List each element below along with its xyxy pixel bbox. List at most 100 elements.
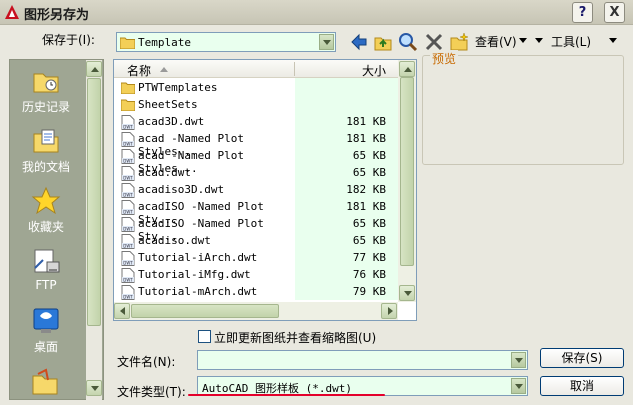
place-desktop[interactable]: 桌面: [7, 306, 85, 355]
save-in-combo[interactable]: Template: [116, 32, 336, 52]
list-header: [114, 60, 398, 78]
list-item[interactable]: DWT Tutorial-iArch.dwt: [121, 250, 296, 267]
history-folder-icon: [31, 66, 61, 96]
tools-chevron-icon[interactable]: [609, 38, 617, 43]
preview-panel: [422, 55, 624, 165]
dialog-title: 图形另存为: [24, 8, 90, 23]
folder-icon: [120, 81, 136, 96]
place-favorites[interactable]: 收藏夹: [7, 186, 85, 235]
file-size: 181 KB: [346, 115, 386, 128]
title-bar: [0, 0, 633, 25]
file-size: 65 KB: [352, 217, 386, 230]
filename-label: 文件名(N):: [117, 355, 176, 369]
list-item[interactable]: DWT acadISO -Named Plot Sty...: [121, 216, 296, 243]
delete-icon[interactable]: [424, 32, 444, 52]
svg-text:DWT: DWT: [123, 260, 133, 265]
chevron-down-icon[interactable]: [511, 352, 526, 368]
list-item[interactable]: DWT acadISO -Named Plot Sty...: [121, 199, 296, 226]
my-documents-icon: [31, 126, 61, 156]
place-more-icon[interactable]: [30, 368, 60, 396]
list-item[interactable]: DWT acadiso.dwt: [121, 233, 296, 250]
file-size: 79 KB: [352, 285, 386, 298]
ftp-icon: [31, 246, 61, 276]
list-item[interactable]: PTWTemplates: [120, 80, 296, 97]
svg-text:DWT: DWT: [123, 294, 133, 299]
sort-ascending-icon: [160, 67, 168, 72]
svg-text:DWT: DWT: [123, 175, 133, 180]
dwt-file-icon: DWT: [121, 200, 135, 215]
dwt-file-icon: DWT: [121, 234, 135, 249]
file-size: 65 KB: [352, 166, 386, 179]
save-in-label: 保存于(I):: [42, 33, 95, 47]
new-folder-icon[interactable]: [449, 32, 469, 52]
header-divider: [294, 62, 295, 76]
places-scroll-thumb[interactable]: [87, 78, 101, 326]
file-name: acad3D.dwt: [138, 115, 205, 128]
list-item[interactable]: DWT Tutorial-mArch.dwt: [121, 284, 296, 301]
file-size: 181 KB: [346, 132, 386, 145]
filetype-label: 文件类型(T):: [117, 385, 186, 399]
column-header-size[interactable]: 大小: [362, 62, 386, 79]
list-horizontal-thumb[interactable]: [131, 304, 279, 318]
red-underline-annotation: [188, 394, 385, 396]
file-size: [300, 98, 386, 115]
cancel-button[interactable]: 取消: [540, 376, 624, 396]
file-name: acad.dwt: [138, 166, 191, 179]
list-scroll-right-icon[interactable]: [381, 303, 397, 319]
places-scroll-down-icon[interactable]: [86, 380, 102, 396]
folder-icon: [120, 98, 136, 113]
save-in-value: Template: [138, 36, 191, 49]
place-label: 历史记录: [21, 100, 70, 114]
svg-text:DWT: DWT: [123, 277, 133, 282]
desktop-icon: [31, 306, 61, 336]
help-button[interactable]: ?: [572, 2, 593, 23]
file-size: 182 KB: [346, 183, 386, 196]
file-size: 181 KB: [346, 200, 386, 213]
close-button[interactable]: X: [604, 2, 625, 23]
dwt-file-icon: DWT: [121, 251, 135, 266]
dwt-file-icon: DWT: [121, 285, 135, 300]
up-folder-icon[interactable]: [373, 32, 393, 52]
save-button[interactable]: 保存(S): [540, 348, 624, 368]
list-scroll-up-icon[interactable]: [399, 61, 415, 77]
svg-text:DWT: DWT: [123, 226, 133, 231]
place-label: 收藏夹: [27, 220, 64, 234]
dwt-file-icon: DWT: [121, 166, 135, 181]
svg-text:DWT: DWT: [123, 243, 133, 248]
list-scroll-down-icon[interactable]: [399, 285, 415, 301]
place-my-documents[interactable]: 我的文档: [7, 126, 85, 175]
filename-input[interactable]: [197, 350, 528, 370]
list-item[interactable]: DWT acad3D.dwt: [121, 114, 296, 131]
chevron-down-icon[interactable]: [319, 34, 334, 50]
views-menu[interactable]: 查看(V): [475, 33, 517, 50]
column-header-name[interactable]: 名称: [127, 62, 151, 79]
tools-dropdown-icon[interactable]: [535, 38, 543, 43]
list-scroll-left-icon[interactable]: [114, 303, 130, 319]
file-name: SheetSets: [138, 98, 198, 111]
places-scroll-up-icon[interactable]: [86, 61, 102, 77]
search-icon[interactable]: [398, 32, 418, 52]
list-item[interactable]: DWT acad.dwt: [121, 165, 296, 182]
svg-text:DWT: DWT: [123, 158, 133, 163]
list-item[interactable]: DWT Tutorial-iMfg.dwt: [121, 267, 296, 284]
update-thumbnail-label[interactable]: 立即更新图纸并查看缩略图(U): [214, 329, 376, 346]
update-thumbnail-checkbox[interactable]: [198, 330, 211, 343]
list-item[interactable]: SheetSets: [120, 97, 296, 114]
dwt-file-icon: DWT: [121, 115, 135, 130]
tools-menu[interactable]: 工具(L): [551, 33, 591, 50]
filetype-select[interactable]: AutoCAD 图形样板 (*.dwt): [197, 376, 528, 396]
list-item[interactable]: DWT acad -Named Plot Styles...: [121, 148, 296, 175]
back-arrow-icon[interactable]: [349, 32, 369, 52]
place-ftp[interactable]: FTP: [7, 246, 85, 292]
place-history[interactable]: 历史记录: [7, 66, 85, 115]
file-name: Tutorial-mArch.dwt: [138, 285, 258, 298]
autocad-app-icon: [4, 4, 20, 20]
list-vertical-thumb[interactable]: [400, 77, 414, 266]
views-dropdown-icon[interactable]: [519, 38, 527, 43]
chevron-down-icon[interactable]: [511, 378, 526, 394]
file-size: 65 KB: [352, 149, 386, 162]
place-label: FTP: [35, 278, 57, 292]
list-item[interactable]: DWT acadiso3D.dwt: [121, 182, 296, 199]
preview-label: 预览: [430, 50, 459, 67]
list-item[interactable]: DWT acad -Named Plot Styles...: [121, 131, 296, 158]
